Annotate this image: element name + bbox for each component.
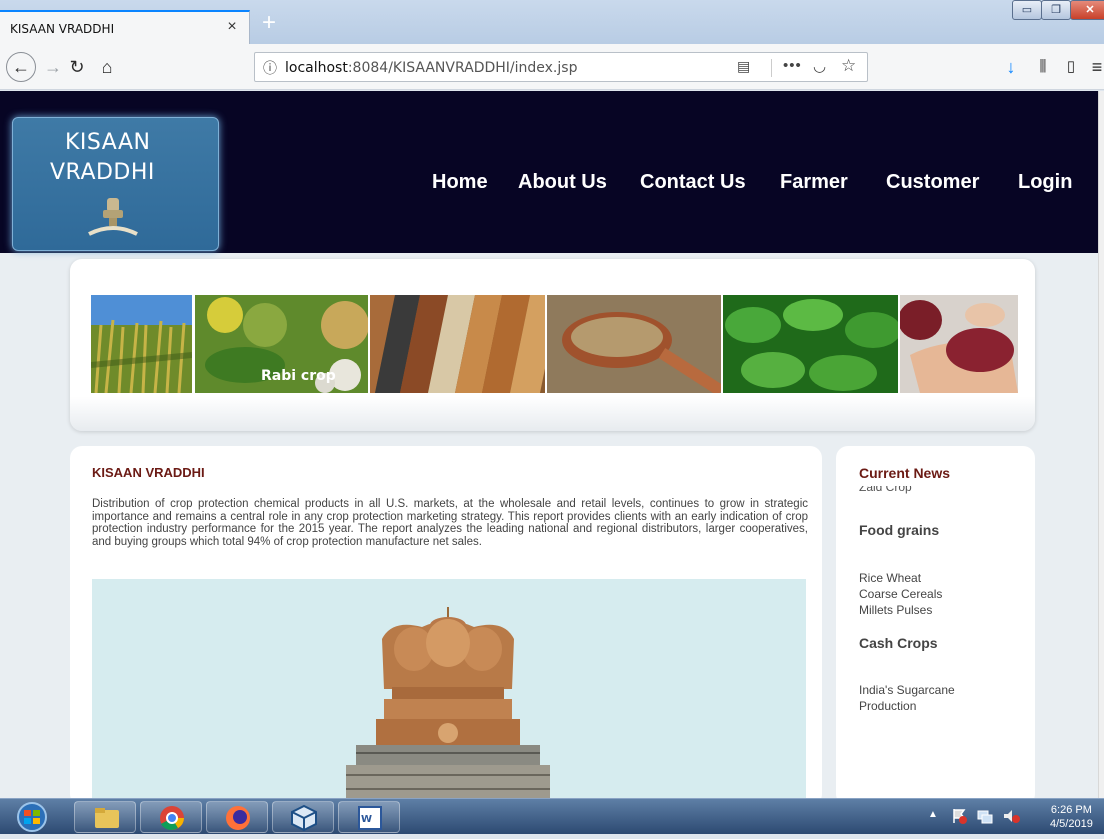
cube-icon [291, 804, 317, 832]
emblem-photo [92, 579, 806, 798]
window-close-button[interactable]: ✕ [1070, 0, 1104, 20]
volume-muted-icon[interactable] [1002, 807, 1020, 825]
url-bar[interactable]: ⓘ localhost:8084/KISAANVRADDHI/index.jsp… [254, 52, 868, 82]
svg-text:W: W [361, 814, 372, 825]
folder-icon [95, 808, 119, 828]
clock-time: 6:26 PM [1050, 804, 1092, 816]
logo-text-line1: KISAAN [65, 130, 151, 155]
news-item[interactable]: India's Sugarcane [859, 682, 1019, 698]
main-content-panel: KISAAN VRADDHI Distribution of crop prot… [70, 446, 822, 798]
download-icon[interactable]: ↓ [998, 54, 1024, 80]
window-minimize-button[interactable]: ▭ [1012, 0, 1042, 20]
word-icon: W [358, 806, 382, 830]
system-clock[interactable]: 6:26 PM 4/5/2019 [1050, 803, 1093, 831]
main-heading: KISAAN VRADDHI [92, 465, 205, 480]
network-icon[interactable] [976, 807, 994, 825]
url-host: localhost [285, 60, 348, 76]
window-maximize-button[interactable]: ❐ [1041, 0, 1071, 20]
reload-icon[interactable]: ↻ [64, 54, 90, 80]
seeds-in-hands-image [900, 295, 1018, 393]
tray-expand-icon[interactable]: ▲ [928, 809, 938, 820]
nav-farmer-link[interactable]: Farmer [780, 171, 848, 194]
news-item[interactable]: Coarse Cereals [859, 586, 1019, 602]
news-item[interactable]: Millets Pulses [859, 602, 1019, 618]
browser-tab-bar: KISAAN VRADDHI × + ▭ ❐ ✕ [0, 0, 1104, 44]
bookmark-star-icon[interactable]: ☆ [841, 56, 856, 76]
current-news-panel: Current News Zaid Crop Food grains Rice … [836, 446, 1035, 798]
virtualbox-taskbar-button[interactable] [272, 801, 334, 833]
library-icon[interactable]: ⫼ [1030, 54, 1056, 80]
site-header: KISAAN VRADDHI Home About Us Contact Us … [0, 91, 1098, 253]
chrome-icon [160, 806, 184, 830]
browser-toolbar: ← → ↻ ⌂ ⓘ localhost:8084/KISAANVRADDHI/i… [0, 44, 1104, 90]
news-item[interactable]: Zaid Crop [859, 486, 912, 494]
url-text[interactable]: localhost:8084/KISAANVRADDHI/index.jsp [285, 60, 577, 76]
main-paragraph: Distribution of crop protection chemical… [92, 498, 808, 548]
more-icon[interactable]: ••• [783, 57, 802, 74]
action-center-flag-icon[interactable] [950, 807, 968, 825]
sidebar-icon[interactable]: ▯ [1058, 54, 1084, 80]
chrome-taskbar-button[interactable] [140, 801, 202, 833]
nav-customer-link[interactable]: Customer [886, 171, 979, 194]
info-icon[interactable]: ⓘ [263, 58, 277, 78]
clock-date: 4/5/2019 [1050, 818, 1093, 830]
leafy-crop-image [723, 295, 898, 393]
news-category: Cash Crops [859, 635, 938, 651]
nav-home-link[interactable]: Home [432, 171, 488, 194]
wheat-field-image [91, 295, 192, 393]
pocket-icon[interactable]: ◡ [813, 57, 826, 75]
taskbar: W ▲ 6:26 PM 4/5/2019 [0, 798, 1104, 834]
back-icon[interactable]: ← [6, 52, 36, 82]
grain-assortment-image [370, 295, 545, 393]
home-icon[interactable]: ⌂ [94, 54, 120, 80]
tab-title: KISAAN VRADDHI [10, 22, 115, 36]
news-item[interactable]: Production [859, 698, 1019, 714]
url-bar-divider [771, 59, 772, 77]
banner-caption: Rabi crop [261, 368, 336, 384]
firefox-taskbar-button[interactable] [206, 801, 268, 833]
tab-close-icon[interactable]: × [223, 18, 241, 36]
page-viewport: KISAAN VRADDHI Home About Us Contact Us … [0, 91, 1098, 798]
browser-tab[interactable]: KISAAN VRADDHI × [0, 10, 250, 44]
firefox-icon [226, 806, 250, 830]
forward-icon[interactable]: → [40, 54, 66, 80]
news-heading: Current News [859, 465, 951, 481]
url-path: :8084/KISAANVRADDHI/index.jsp [347, 60, 578, 76]
site-nav: Home About Us Contact Us Farmer Customer… [0, 171, 1098, 201]
nav-contact-link[interactable]: Contact Us [640, 171, 746, 194]
hamburger-menu-icon[interactable]: ≡ [1084, 54, 1104, 80]
new-tab-button[interactable]: + [257, 11, 281, 36]
seeds-spoon-image [547, 295, 721, 393]
page-scrollbar[interactable] [1098, 91, 1104, 798]
word-taskbar-button[interactable]: W [338, 801, 400, 833]
news-item[interactable]: Rice Wheat [859, 570, 1019, 586]
crop-banner: Rabi crop [70, 259, 1035, 431]
file-explorer-taskbar-button[interactable] [74, 801, 136, 833]
rabi-crop-image: Rabi crop [195, 295, 368, 393]
nav-about-link[interactable]: About Us [518, 171, 607, 194]
news-category: Food grains [859, 522, 940, 538]
reader-view-icon[interactable]: ▤ [737, 58, 750, 75]
nav-login-link[interactable]: Login [1018, 171, 1072, 194]
start-orb-icon[interactable] [8, 801, 56, 833]
news-ticker: Zaid Crop Food grains Rice Wheat Coarse … [859, 486, 1029, 786]
